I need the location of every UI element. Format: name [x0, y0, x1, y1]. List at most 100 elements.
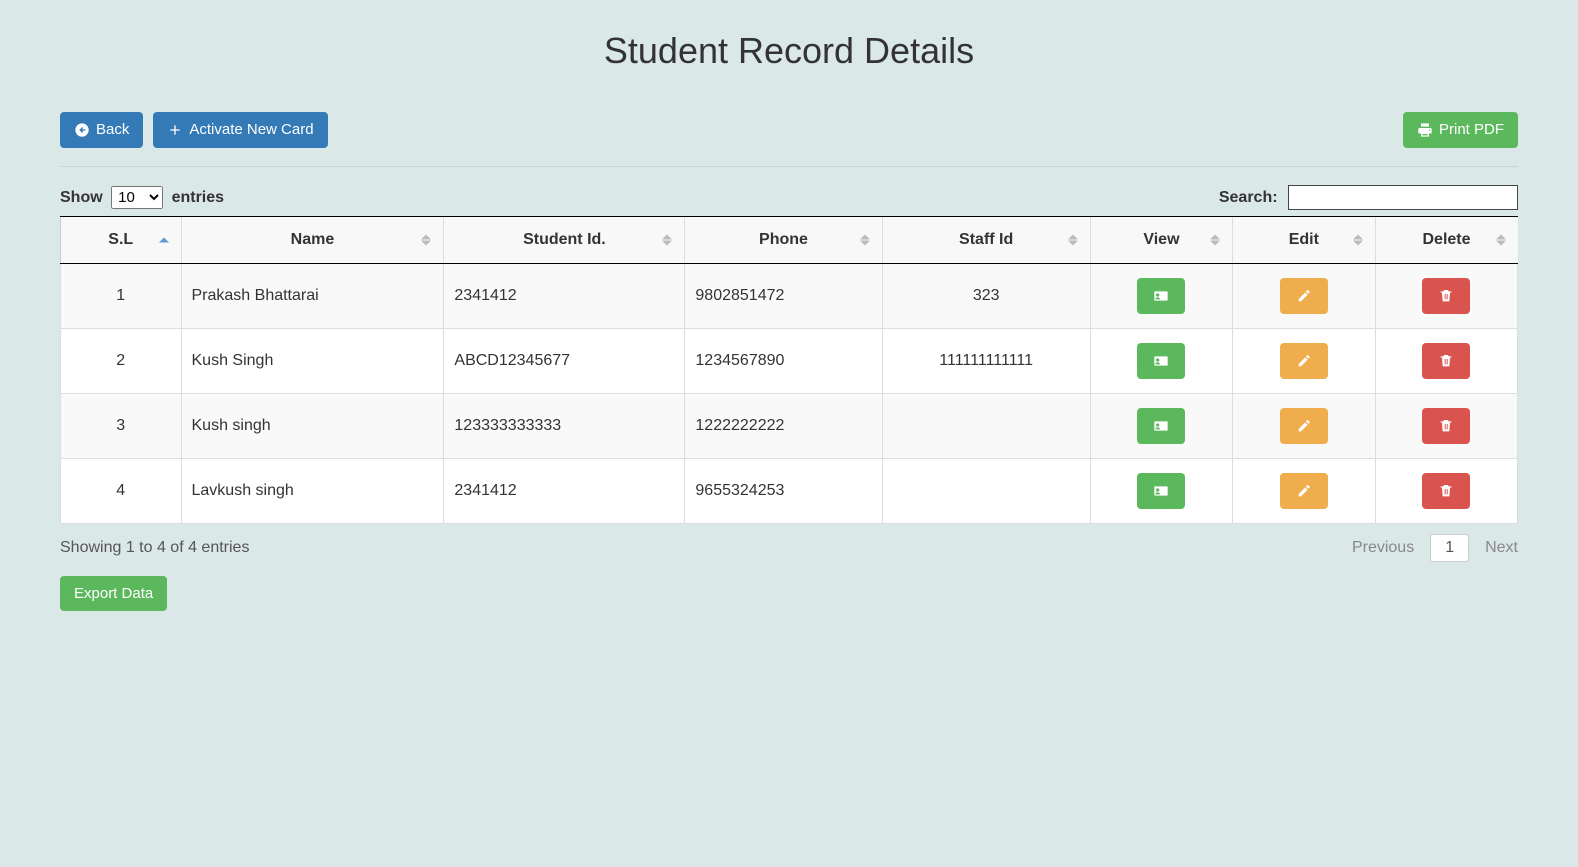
table-row: 1Prakash Bhattarai23414129802851472323: [61, 263, 1518, 328]
pagination: Previous 1 Next: [1352, 534, 1518, 562]
top-action-bar: Back Activate New Card Print PDF: [60, 112, 1518, 167]
search-input[interactable]: [1288, 185, 1518, 210]
length-suffix: entries: [172, 189, 224, 206]
next-page-link[interactable]: Next: [1485, 539, 1518, 557]
sort-asc-icon: [159, 237, 169, 242]
table-cell: Kush singh: [181, 393, 444, 458]
view-button[interactable]: [1137, 473, 1185, 509]
table-cell: 3: [61, 393, 182, 458]
activate-new-card-label: Activate New Card: [189, 120, 313, 140]
edit-icon: [1296, 353, 1312, 369]
view-button[interactable]: [1137, 343, 1185, 379]
table-row: 3Kush singh1233333333331222222222: [61, 393, 1518, 458]
table-row: 2Kush SinghABCD1234567712345678901111111…: [61, 328, 1518, 393]
table-cell: 2341412: [444, 263, 685, 328]
table-row: 4Lavkush singh23414129655324253: [61, 458, 1518, 523]
delete-button[interactable]: [1422, 278, 1470, 314]
delete-button[interactable]: [1422, 473, 1470, 509]
table-cell: [1090, 263, 1232, 328]
plus-icon: [167, 122, 183, 138]
col-header-delete[interactable]: Delete: [1375, 216, 1517, 263]
sort-icon: [860, 234, 870, 245]
edit-icon: [1296, 483, 1312, 499]
student-table: S.L Name Student Id. Phone: [60, 216, 1518, 524]
sort-icon: [1353, 234, 1363, 245]
edit-icon: [1296, 418, 1312, 434]
page-title: Student Record Details: [60, 30, 1518, 72]
table-cell: Lavkush singh: [181, 458, 444, 523]
arrow-left-circle-icon: [74, 122, 90, 138]
table-cell: ABCD12345677: [444, 328, 685, 393]
edit-button[interactable]: [1280, 278, 1328, 314]
delete-icon: [1438, 418, 1454, 434]
table-info: Showing 1 to 4 of 4 entries: [60, 539, 249, 557]
sort-icon: [1210, 234, 1220, 245]
entries-select[interactable]: 102550100: [111, 186, 163, 209]
length-control: Show 102550100 entries: [60, 186, 224, 209]
table-cell: [1375, 458, 1517, 523]
table-cell: [1375, 328, 1517, 393]
table-cell: 4: [61, 458, 182, 523]
table-cell: 2341412: [444, 458, 685, 523]
view-button[interactable]: [1137, 408, 1185, 444]
delete-icon: [1438, 483, 1454, 499]
back-button-label: Back: [96, 120, 129, 140]
table-cell: 123333333333: [444, 393, 685, 458]
back-button[interactable]: Back: [60, 112, 143, 148]
table-cell: Kush Singh: [181, 328, 444, 393]
edit-button[interactable]: [1280, 408, 1328, 444]
edit-icon: [1296, 288, 1312, 304]
table-cell: [1233, 328, 1375, 393]
table-cell: [1090, 328, 1232, 393]
table-cell: 9802851472: [685, 263, 882, 328]
print-pdf-button[interactable]: Print PDF: [1403, 112, 1518, 148]
delete-icon: [1438, 288, 1454, 304]
col-header-name[interactable]: Name: [181, 216, 444, 263]
table-cell: [1090, 393, 1232, 458]
col-header-staff-id[interactable]: Staff Id: [882, 216, 1090, 263]
search-control: Search:: [1219, 185, 1518, 210]
prev-page-link[interactable]: Previous: [1352, 539, 1414, 557]
col-header-sl[interactable]: S.L: [61, 216, 182, 263]
col-header-edit[interactable]: Edit: [1233, 216, 1375, 263]
view-icon: [1153, 288, 1169, 304]
col-header-student-id[interactable]: Student Id.: [444, 216, 685, 263]
activate-new-card-button[interactable]: Activate New Card: [153, 112, 327, 148]
view-icon: [1153, 418, 1169, 434]
table-cell: 9655324253: [685, 458, 882, 523]
view-icon: [1153, 353, 1169, 369]
table-cell: [1233, 458, 1375, 523]
col-header-view[interactable]: View: [1090, 216, 1232, 263]
col-header-phone[interactable]: Phone: [685, 216, 882, 263]
length-prefix: Show: [60, 189, 103, 206]
sort-icon: [662, 234, 672, 245]
table-cell: [1375, 263, 1517, 328]
delete-button[interactable]: [1422, 343, 1470, 379]
table-cell: 1222222222: [685, 393, 882, 458]
edit-button[interactable]: [1280, 473, 1328, 509]
table-cell: 1234567890: [685, 328, 882, 393]
sort-icon: [1496, 234, 1506, 245]
export-data-button[interactable]: Export Data: [60, 576, 167, 612]
table-cell: Prakash Bhattarai: [181, 263, 444, 328]
table-cell: 323: [882, 263, 1090, 328]
table-cell: 2: [61, 328, 182, 393]
search-label: Search:: [1219, 189, 1278, 206]
sort-icon: [421, 234, 431, 245]
table-cell: [882, 458, 1090, 523]
table-cell: 111111111111: [882, 328, 1090, 393]
edit-button[interactable]: [1280, 343, 1328, 379]
table-cell: [1233, 393, 1375, 458]
print-icon: [1417, 122, 1433, 138]
table-cell: [1090, 458, 1232, 523]
export-data-label: Export Data: [74, 584, 153, 604]
print-pdf-label: Print PDF: [1439, 120, 1504, 140]
current-page-number[interactable]: 1: [1430, 534, 1469, 562]
sort-icon: [1068, 234, 1078, 245]
view-icon: [1153, 483, 1169, 499]
delete-button[interactable]: [1422, 408, 1470, 444]
view-button[interactable]: [1137, 278, 1185, 314]
table-cell: [1375, 393, 1517, 458]
table-cell: [882, 393, 1090, 458]
table-cell: [1233, 263, 1375, 328]
